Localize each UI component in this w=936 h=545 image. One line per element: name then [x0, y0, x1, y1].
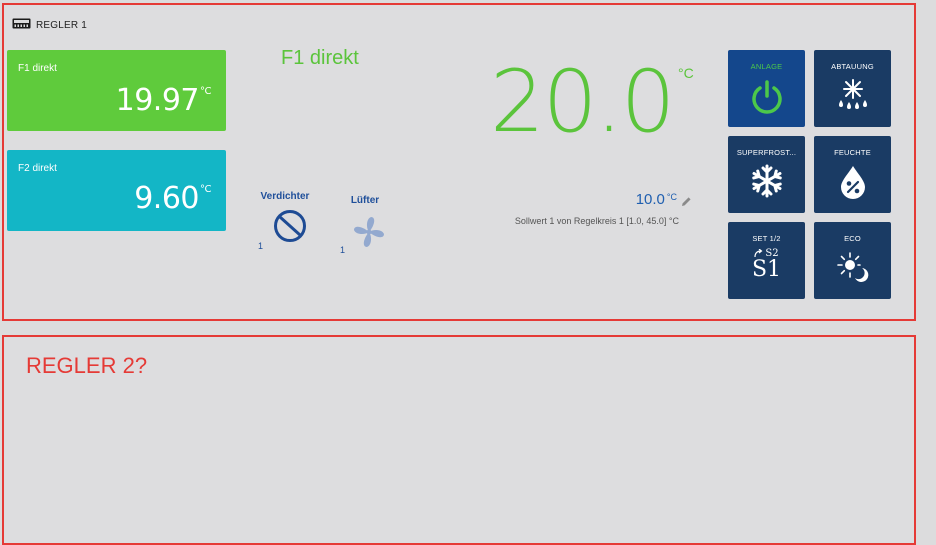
snowflake-icon [728, 163, 805, 199]
power-icon [728, 80, 805, 116]
regler-2-title: REGLER 2? [26, 353, 148, 378]
sensor-unit: °C [200, 184, 211, 195]
set-big-text: S1 [751, 257, 782, 282]
abtauung-button[interactable]: ABTAUUNG [814, 50, 891, 127]
superfrost-button[interactable]: SUPERFROST... [728, 136, 805, 213]
sensor-value-wrap: 9.60°C [134, 181, 211, 216]
main-sensor-label: F1 direkt [281, 47, 359, 69]
main-temperature-value: 20.0 [490, 52, 675, 152]
set-1-2-button[interactable]: SET 1/2 S2 S1 [728, 222, 805, 299]
button-label: ECO [844, 234, 861, 243]
button-label: FEUCHTE [834, 148, 871, 157]
fan-icon [352, 215, 386, 254]
sensor-tile-f2[interactable]: F2 direkt 9.60°C [7, 150, 226, 231]
button-label: ANLAGE [750, 62, 783, 71]
feuchte-button[interactable]: FEUCHTE [814, 136, 891, 213]
sensor-label: F2 direkt [18, 163, 57, 174]
setpoint-switch-icon: S2 S1 [728, 247, 805, 281]
pencil-icon[interactable] [681, 194, 692, 211]
fan-label: Lüfter [350, 195, 380, 206]
regler-1-panel: REGLER 1 F1 direkt 19.97°C F2 direkt 9.6… [2, 3, 916, 321]
setpoint-unit: °C [666, 192, 677, 202]
controller-icon [12, 16, 31, 34]
panel-title: REGLER 1 [36, 19, 88, 31]
anlage-button[interactable]: ANLAGE [728, 50, 805, 127]
sensor-tile-f1[interactable]: F1 direkt 19.97°C [7, 50, 226, 131]
sensor-value: 9.60 [134, 181, 200, 216]
compressor-icon [273, 209, 307, 248]
sensor-value: 19.97 [115, 83, 200, 118]
compressor-label: Verdichter [260, 191, 310, 202]
sensor-label: F1 direkt [18, 63, 57, 74]
setpoint[interactable]: 10.0 °C [636, 191, 692, 208]
fan-count: 1 [340, 245, 346, 255]
button-label: SET 1/2 [752, 234, 781, 243]
button-label: ABTAUUNG [831, 62, 874, 71]
fan-status[interactable]: Lüfter 1 [338, 195, 392, 257]
defrost-icon [814, 78, 891, 112]
regler-2-panel: REGLER 2? [2, 335, 916, 545]
setpoint-value: 10.0 [635, 191, 665, 208]
sensor-value-wrap: 19.97°C [115, 83, 212, 118]
main-temperature-unit: °C [678, 65, 694, 81]
compressor-count: 1 [258, 241, 264, 251]
eco-day-night-icon [814, 251, 891, 285]
compressor-status[interactable]: Verdichter 1 [256, 191, 314, 255]
sensor-unit: °C [200, 86, 211, 97]
setpoint-description: Sollwert 1 von Regelkreis 1 [1.0, 45.0] … [514, 216, 679, 226]
humidity-icon [814, 164, 891, 200]
eco-button[interactable]: ECO [814, 222, 891, 299]
panel-header: REGLER 1 [12, 16, 87, 34]
button-label: SUPERFROST... [736, 148, 797, 157]
